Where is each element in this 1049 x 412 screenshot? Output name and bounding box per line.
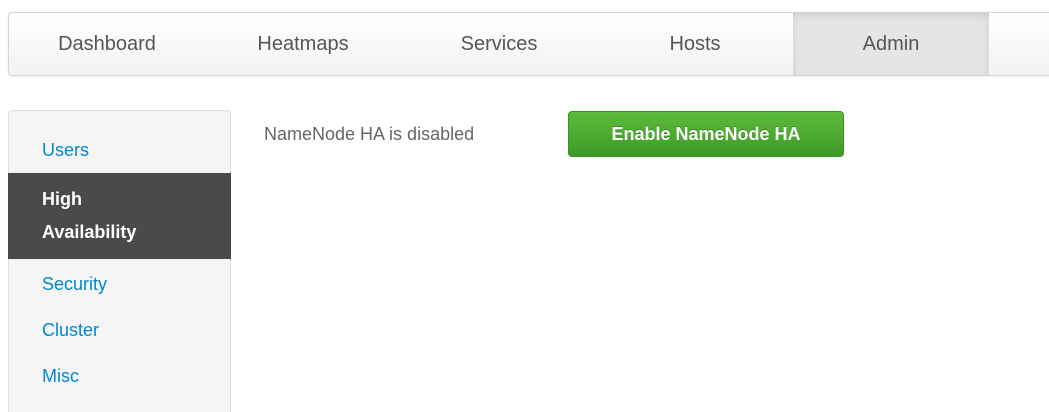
sidebar-item-high-availability[interactable]: High Availability	[8, 173, 231, 259]
tab-admin[interactable]: Admin	[793, 13, 989, 75]
sidebar-item-users[interactable]: Users	[9, 127, 230, 173]
tab-dashboard[interactable]: Dashboard	[9, 13, 205, 75]
tab-hosts[interactable]: Hosts	[597, 13, 793, 75]
sidebar-item-cluster[interactable]: Cluster	[9, 305, 230, 351]
sidebar-item-misc[interactable]: Misc	[9, 351, 230, 397]
tab-services[interactable]: Services	[401, 13, 597, 75]
admin-sidebar: Users High Availability Security Cluster…	[8, 110, 231, 412]
sidebar-item-label-line2: Availability	[42, 222, 137, 242]
sidebar-item-security[interactable]: Security	[9, 259, 230, 305]
sidebar-item-label-line1: High	[42, 189, 82, 209]
page: Dashboard Heatmaps Services Hosts Admin …	[0, 0, 1049, 412]
namenode-ha-status: NameNode HA is disabled	[264, 124, 475, 144]
tab-heatmaps[interactable]: Heatmaps	[205, 13, 401, 75]
enable-namenode-ha-button[interactable]: Enable NameNode HA	[568, 111, 844, 157]
top-navigation: Dashboard Heatmaps Services Hosts Admin	[8, 12, 1049, 76]
